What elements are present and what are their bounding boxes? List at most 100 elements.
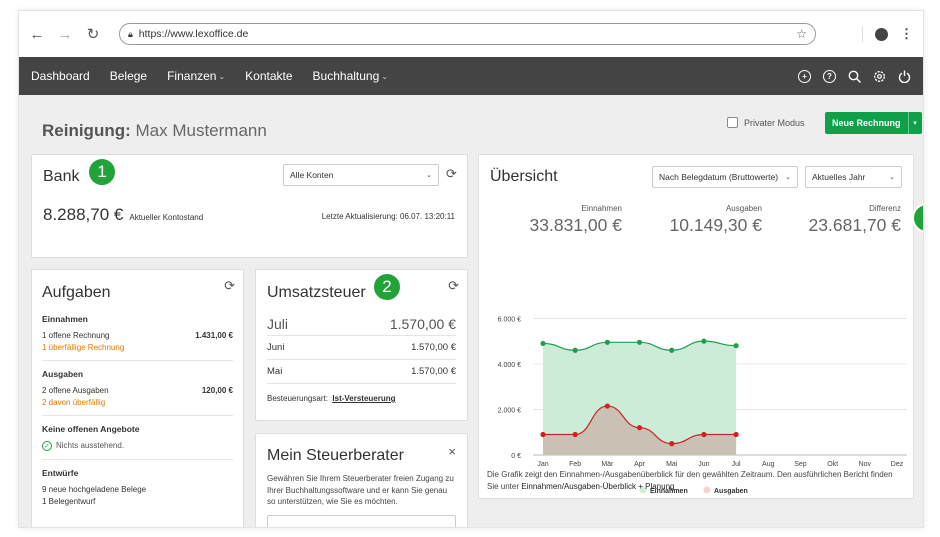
tasks-income-title: Einnahmen (42, 314, 88, 324)
x-tick-label: Dez (891, 461, 904, 468)
expenses-label: Ausgaben (725, 204, 762, 213)
open-expenses-amount: 120,00 € (201, 386, 233, 395)
y-tick-label: 0 € (511, 453, 521, 460)
divider (42, 459, 233, 460)
offers-status-row: ✓ Nichts ausstehend. (42, 441, 233, 451)
nav-kontakte[interactable]: Kontakte (245, 69, 292, 83)
income-value: 33.831,00 € (529, 215, 622, 235)
overview-card: Übersicht Nach Belegdatum (Bruttowerte) ⌄… (478, 154, 923, 499)
close-icon[interactable]: × (448, 444, 456, 459)
open-invoices-amount: 1.431,00 € (195, 331, 233, 340)
x-tick-label: Jan (537, 461, 548, 468)
difference-value: 23.681,70 € (808, 215, 901, 235)
search-icon[interactable] (848, 70, 861, 83)
overdue-expenses-link[interactable]: 2 davon überfällig (42, 398, 233, 407)
vat-row[interactable]: Juli 1.570,00 € (267, 312, 456, 336)
open-expenses-label: 2 offene Ausgaben (42, 386, 109, 395)
expenses-value: 10.149,30 € (669, 215, 762, 235)
vat-amount: 1.570,00 € (411, 366, 456, 377)
private-mode-checkbox[interactable] (727, 117, 738, 128)
account-select[interactable]: Alle Konten ⌄ (283, 164, 439, 186)
bank-balance-label: Aktueller Kontostand (129, 213, 204, 222)
bank-balance: 8.288,70 € (43, 205, 124, 224)
overdue-invoices-link[interactable]: 1 überfällige Rechnung (42, 343, 233, 352)
refresh-icon[interactable]: ⟳ (448, 278, 459, 294)
data-point (540, 431, 546, 438)
nav-icons: + ? (798, 69, 911, 83)
nav-buchhaltung[interactable]: Buchhaltung ⌄ (313, 69, 388, 83)
browser-window: ← → ↻ 🔒︎ https://www.lexoffice.de ☆ ⋮ Da… (18, 10, 924, 528)
chevron-down-icon: ⌄ (381, 71, 388, 81)
data-point (572, 347, 578, 353)
account-icon[interactable] (875, 27, 888, 41)
vat-month: Mai (267, 366, 283, 377)
advisor-text: Gewähren Sie Ihrem Steuerberater freien … (267, 474, 454, 507)
period-select[interactable]: Aktuelles Jahr ⌄ (805, 166, 902, 188)
data-point (669, 441, 675, 447)
taxation-link[interactable]: Ist-Versteuerung (332, 394, 395, 403)
vat-title: Umsatzsteuer (267, 284, 366, 301)
vat-row[interactable]: Mai 1.570,00 € (267, 360, 456, 384)
advisor-input[interactable] (267, 515, 456, 527)
basis-select[interactable]: Nach Belegdatum (Bruttowerte) ⌄ (652, 166, 798, 188)
income-label: Einnahmen (581, 204, 622, 213)
data-point (540, 340, 546, 347)
step-badge-1: 1 (87, 157, 117, 187)
page-title-user: Max Mustermann (135, 121, 267, 140)
refresh-icon[interactable]: ⟳ (224, 278, 235, 294)
bookmark-star-icon[interactable]: ☆ (796, 27, 807, 41)
vat-row[interactable]: Juni 1.570,00 € (267, 336, 456, 360)
footnote-link[interactable]: Einnahmen/Ausgaben-Überblick + Planung (521, 482, 674, 491)
chevron-down-icon: ⌄ (218, 71, 226, 81)
data-point (604, 403, 610, 409)
advisor-title: Mein Steuerberater (267, 447, 404, 464)
refresh-icon[interactable]: ⟳ (446, 166, 457, 182)
power-icon[interactable] (898, 70, 911, 83)
tasks-expenses-title: Ausgaben (42, 369, 84, 379)
new-invoice-dropdown-icon[interactable]: ▾ (907, 112, 922, 134)
open-invoices-label: 1 offene Rechnung (42, 331, 110, 340)
x-tick-label: Mai (666, 461, 678, 468)
vat-amount: 1.570,00 € (389, 315, 456, 332)
open-invoices-row[interactable]: 1 offene Rechnung 1.431,00 € (42, 331, 233, 340)
page-title: Reinigung: Max Mustermann (42, 121, 267, 141)
overview-title: Übersicht (490, 168, 558, 185)
x-tick-label: Apr (634, 461, 646, 468)
chevron-down-icon: ⌄ (889, 174, 895, 181)
add-icon[interactable]: + (798, 69, 811, 83)
income-expense-chart: 0 € 2.000 € 4.000 € 6.000 € Jan Feb Mär Apr Mai J… (498, 316, 907, 495)
nav-finanzen[interactable]: Finanzen ⌄ (167, 69, 225, 83)
open-expenses-row[interactable]: 2 offene Ausgaben 120,00 € (42, 386, 233, 395)
toolbar-divider (862, 26, 863, 42)
x-tick-label: Feb (569, 461, 581, 468)
y-tick-label: 2.000 € (498, 407, 521, 414)
help-icon[interactable]: ? (823, 69, 836, 83)
vat-month: Juli (267, 315, 289, 332)
x-tick-label: Nov (859, 461, 872, 468)
vat-month: Juni (267, 342, 285, 353)
y-tick-label: 6.000 € (498, 316, 521, 323)
new-invoice-button-group: Neue Rechnung ▾ (825, 112, 922, 134)
draft-uploads-row[interactable]: 9 neue hochgeladene Belege (42, 485, 233, 494)
bank-last-update: Letzte Aktualisierung: 06.07. 13:20:11 (321, 212, 455, 221)
forward-icon[interactable]: → (57, 26, 73, 43)
reload-icon[interactable]: ↻ (85, 26, 101, 43)
menu-dots-icon[interactable]: ⋮ (900, 26, 913, 42)
draft-one-row[interactable]: 1 Belegentwurf (42, 497, 233, 506)
period-select-value: Aktuelles Jahr (812, 172, 866, 182)
new-invoice-button[interactable]: Neue Rechnung (825, 112, 908, 134)
data-point (701, 431, 707, 438)
back-icon[interactable]: ← (29, 26, 45, 43)
x-tick-label: Jun (698, 461, 709, 468)
address-bar[interactable]: 🔒︎ https://www.lexoffice.de ☆ (119, 23, 816, 45)
gear-icon[interactable] (873, 70, 886, 83)
private-mode-label: Privater Modus (744, 117, 805, 128)
vat-card: Umsatzsteuer 2 ⟳ Juli 1.570,00 € Juni 1.57… (255, 269, 468, 421)
nav-belege[interactable]: Belege (110, 69, 147, 83)
difference-summary: Differenz 23.681,70 € (809, 204, 901, 236)
data-point (636, 339, 643, 345)
nav-dashboard[interactable]: Dashboard (31, 69, 90, 83)
step-badge-2: 2 (372, 272, 402, 302)
private-mode-toggle[interactable]: Privater Modus (727, 117, 805, 128)
data-point (669, 347, 675, 353)
